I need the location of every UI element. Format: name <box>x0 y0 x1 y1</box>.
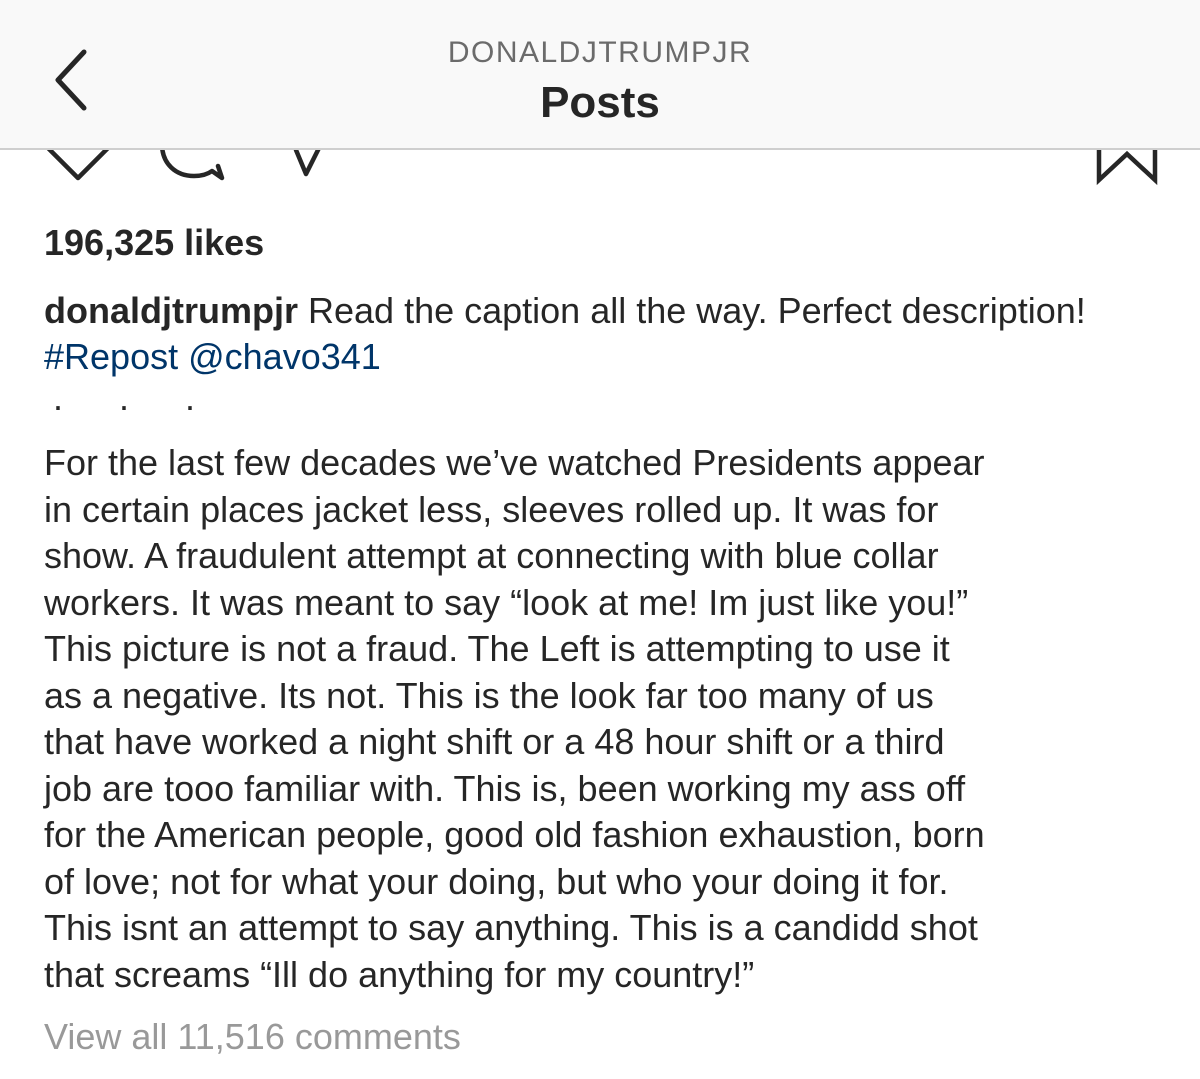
likes-count[interactable]: 196,325 likes <box>44 222 264 264</box>
caption-body-line: This isnt an attempt to say anything. Th… <box>44 907 978 948</box>
caption-body-line: This picture is not a fraud. The Left is… <box>44 628 950 669</box>
caption-body-line: for the American people, good old fashio… <box>44 814 985 855</box>
caption-body-line: that have worked a night shift or a 48 h… <box>44 721 945 762</box>
caption-body: For the last few decades we’ve watched P… <box>44 440 1174 998</box>
top-navigation-bar: DONALDJTRUMPJR Posts <box>0 0 1200 150</box>
bookmark-icon[interactable] <box>1094 150 1160 186</box>
caption-body-line: workers. It was meant to say “look at me… <box>44 581 969 623</box>
post-caption: donaldjtrumpjr Read the caption all the … <box>44 288 1169 380</box>
caption-body-line: job are tooo familiar with. This is, bee… <box>44 767 966 809</box>
page-title: Posts <box>540 78 660 127</box>
share-icon[interactable] <box>290 150 330 184</box>
caption-separator-dots: · · · <box>52 385 218 426</box>
caption-body-line: that screams “Ill do anything for my cou… <box>44 953 755 995</box>
caption-body-line: For the last few decades we’ve watched P… <box>44 442 985 483</box>
caption-text: Read the caption all the way. Perfect de… <box>298 290 1086 331</box>
caption-body-line: show. A fraudulent attempt at connecting… <box>44 535 939 576</box>
heart-icon[interactable] <box>44 150 112 182</box>
caption-username[interactable]: donaldjtrumpjr <box>44 290 298 331</box>
header-username: DONALDJTRUMPJR <box>447 36 753 69</box>
post-action-bar <box>0 150 1200 190</box>
comment-icon[interactable] <box>150 150 230 184</box>
caption-hashtag[interactable]: #Repost <box>44 336 178 377</box>
caption-mention[interactable]: @chavo341 <box>188 336 381 377</box>
caption-body-line: in certain places jacket less, sleeves r… <box>44 488 939 530</box>
view-all-comments-link[interactable]: View all 11,516 comments <box>44 1016 461 1058</box>
caption-body-line: of love; not for what your doing, but wh… <box>44 860 949 902</box>
caption-body-line: as a negative. Its not. This is the look… <box>44 674 934 716</box>
